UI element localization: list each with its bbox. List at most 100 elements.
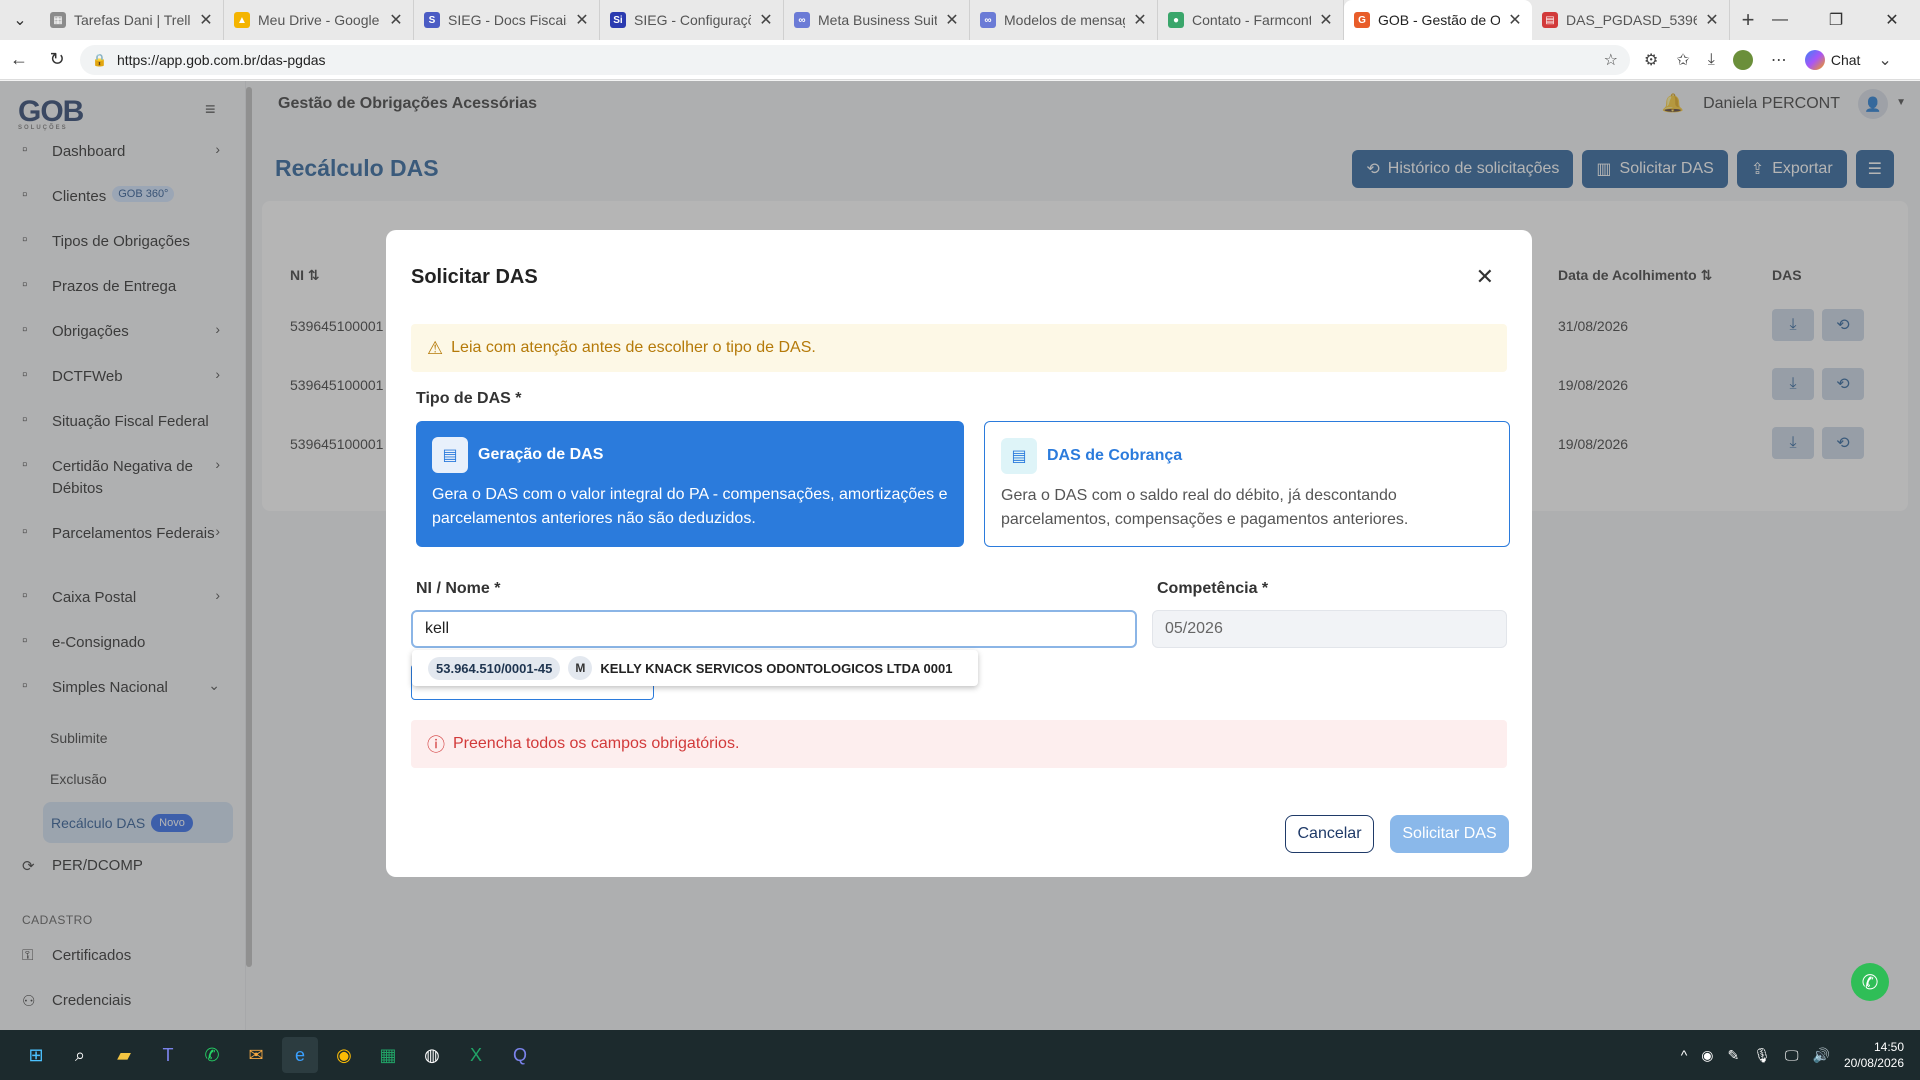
maximize-icon[interactable]: ❐ <box>1808 0 1864 40</box>
sidebar-toggle-icon[interactable]: ⌄ <box>1878 50 1891 70</box>
whatsapp-app-icon[interactable]: ✆ <box>194 1037 230 1073</box>
copilot-icon <box>1804 49 1825 70</box>
tab-close-icon[interactable]: ✕ <box>197 10 215 30</box>
chat-button[interactable]: Chat <box>1804 49 1861 70</box>
tab-title: DAS_PGDASD_5396451 <box>1566 12 1697 28</box>
system-tray: ^ ◉ ✎ 🎙 🖵 🔊 14:50 20/08/2026 <box>1681 1030 1904 1080</box>
warning-icon: ⚠ <box>427 337 444 358</box>
browser-tab[interactable]: S SIEG - Docs Fiscais - De ✕ <box>414 0 600 40</box>
clock-time: 14:50 <box>1873 1040 1904 1054</box>
option1-desc: Gera o DAS com o valor integral do PA - … <box>432 486 948 527</box>
browser-tab[interactable]: Si SIEG - Configurações ✕ <box>600 0 784 40</box>
browser-tab[interactable]: G GOB - Gestão de Obriga ✕ <box>1344 0 1532 40</box>
tab-favicon-icon: ▲ <box>234 12 250 28</box>
more-icon[interactable]: ⋯ <box>1771 50 1787 70</box>
chat-label: Chat <box>1830 51 1861 68</box>
calculator-icon[interactable]: ▦ <box>370 1037 406 1073</box>
option2-title: DAS de Cobrança <box>1047 447 1183 464</box>
reload-icon[interactable]: ↻ <box>38 49 76 70</box>
browser-tab[interactable]: ● Contato - Farmcont ✕ <box>1158 0 1344 40</box>
chat-app-icon[interactable]: ✉ <box>238 1037 274 1073</box>
ni-search-input[interactable]: kell <box>411 610 1137 648</box>
solicitar-das-modal: Solicitar DAS ✕ ⚠ Leia com atenção antes… <box>386 230 1532 877</box>
chrome-icon[interactable]: ◉ <box>326 1037 362 1073</box>
excel-icon[interactable]: X <box>458 1037 494 1073</box>
submit-button[interactable]: Solicitar DAS <box>1390 815 1509 853</box>
extensions-icon[interactable]: ⚙ <box>1644 50 1658 70</box>
browser-tab[interactable]: ∞ Meta Business Suite ✕ <box>784 0 970 40</box>
chevron-up-icon[interactable]: ^ <box>1681 1047 1688 1063</box>
suggestion-badge: M <box>568 656 593 680</box>
ni-label: NI / Nome * <box>416 580 501 597</box>
minimize-icon[interactable]: — <box>1752 0 1808 40</box>
tab-favicon-icon: ∞ <box>794 12 810 28</box>
browser-tab[interactable]: ▦ Tarefas Dani | Trello ✕ <box>40 0 224 40</box>
windows-start-icon[interactable]: ⊞ <box>18 1037 54 1073</box>
tab-title: Meu Drive - Google Dri <box>258 12 381 28</box>
tab-favicon-icon: ▦ <box>50 12 66 28</box>
back-icon[interactable]: ← <box>0 49 38 70</box>
close-icon[interactable]: ✕ <box>1476 264 1494 290</box>
modal-title: Solicitar DAS <box>411 266 538 288</box>
address-bar: ← ↻ 🔒 https://app.gob.com.br/das-pgdas ☆… <box>0 40 1920 80</box>
url-text: https://app.gob.com.br/das-pgdas <box>116 51 326 68</box>
mic-icon[interactable]: 🎙 <box>1753 1047 1771 1064</box>
competencia-input[interactable]: 05/2026 <box>1152 610 1507 648</box>
tab-close-icon[interactable]: ✕ <box>573 10 591 30</box>
volume-icon[interactable]: 🔊 <box>1813 1047 1830 1064</box>
tab-search-icon[interactable]: ⌄ <box>0 0 40 40</box>
url-field[interactable]: 🔒 https://app.gob.com.br/das-pgdas ☆ <box>80 44 1630 75</box>
teams-icon[interactable]: T <box>150 1037 186 1073</box>
tab-title: Modelos de mensagem <box>1004 12 1125 28</box>
tab-title: SIEG - Docs Fiscais - De <box>448 12 567 28</box>
network-icon[interactable]: 🖵 <box>1785 1047 1799 1064</box>
file-explorer-icon[interactable]: ▰ <box>106 1037 142 1073</box>
edge-icon[interactable]: e <box>282 1037 318 1073</box>
error-icon: ⓘ <box>427 735 445 755</box>
option-geracao-das[interactable]: ▤ Geração de DAS Gera o DAS com o valor … <box>416 421 964 547</box>
browser-tab[interactable]: ▲ Meu Drive - Google Dri ✕ <box>224 0 414 40</box>
star-icon[interactable]: ☆ <box>1604 50 1618 70</box>
search-icon[interactable]: ⌕ <box>62 1037 98 1073</box>
tab-close-icon[interactable]: ✕ <box>1506 10 1524 30</box>
error-alert: ⓘ Preencha todos os campos obrigatórios. <box>411 720 1507 768</box>
tab-favicon-icon: ▤ <box>1542 12 1558 28</box>
window-controls: — ❐ ✕ <box>1752 0 1920 40</box>
warning-text: Leia com atenção antes de escolher o tip… <box>451 339 816 356</box>
receipt-icon: ▤ <box>1001 438 1037 474</box>
tab-close-icon[interactable]: ✕ <box>943 10 961 30</box>
close-window-icon[interactable]: ✕ <box>1864 0 1920 40</box>
pen-icon[interactable]: ✎ <box>1727 1047 1739 1064</box>
favorites-icon[interactable]: ✩ <box>1676 50 1689 70</box>
taskbar: ⊞ ⌕ ▰ T ✆ ✉ e ◉ ▦ ◍ X Q ^ ◉ ✎ 🎙 🖵 🔊 14:5… <box>0 1030 1920 1080</box>
tab-favicon-icon: Si <box>610 12 626 28</box>
tab-favicon-icon: ● <box>1168 12 1184 28</box>
browser-tabbar: ⌄ ▦ Tarefas Dani | Trello ✕ ▲ Meu Drive - Go… <box>0 0 1920 40</box>
option-das-cobranca[interactable]: ▤ DAS de Cobrança Gera o DAS com o saldo… <box>984 421 1510 547</box>
clock[interactable]: 14:50 20/08/2026 <box>1844 1039 1904 1071</box>
cancel-button[interactable]: Cancelar <box>1285 815 1374 853</box>
downloads-icon[interactable]: ⤓ <box>1708 51 1715 69</box>
tab-close-icon[interactable]: ✕ <box>387 10 405 30</box>
tab-favicon-icon: S <box>424 12 440 28</box>
tab-title: GOB - Gestão de Obriga <box>1378 12 1500 28</box>
browser-tab[interactable]: ∞ Modelos de mensagem ✕ <box>970 0 1158 40</box>
tab-close-icon[interactable]: ✕ <box>1317 10 1335 30</box>
tipo-label: Tipo de DAS * <box>416 390 522 407</box>
tab-title: SIEG - Configurações <box>634 12 751 28</box>
autocomplete-suggestion[interactable]: 53.964.510/0001-45 M KELLY KNACK SERVICO… <box>412 650 978 686</box>
tab-close-icon[interactable]: ✕ <box>757 10 775 30</box>
profile-icon[interactable] <box>1732 49 1753 70</box>
tab-close-icon[interactable]: ✕ <box>1703 10 1721 30</box>
tab-title: Tarefas Dani | Trello <box>74 12 191 28</box>
app-icon[interactable]: Q <box>502 1037 538 1073</box>
lock-app-icon[interactable]: ◍ <box>414 1037 450 1073</box>
browser-tab[interactable]: ▤ DAS_PGDASD_5396451 ✕ <box>1532 0 1730 40</box>
tab-favicon-icon: G <box>1354 12 1370 28</box>
lock-icon: 🔒 <box>92 52 107 67</box>
whatsapp-icon[interactable]: ✆ <box>1851 963 1889 1001</box>
tab-close-icon[interactable]: ✕ <box>1131 10 1149 30</box>
clock-date: 20/08/2026 <box>1843 1056 1904 1070</box>
chrome-tray-icon[interactable]: ◉ <box>1701 1047 1713 1064</box>
tab-favicon-icon: ∞ <box>980 12 996 28</box>
